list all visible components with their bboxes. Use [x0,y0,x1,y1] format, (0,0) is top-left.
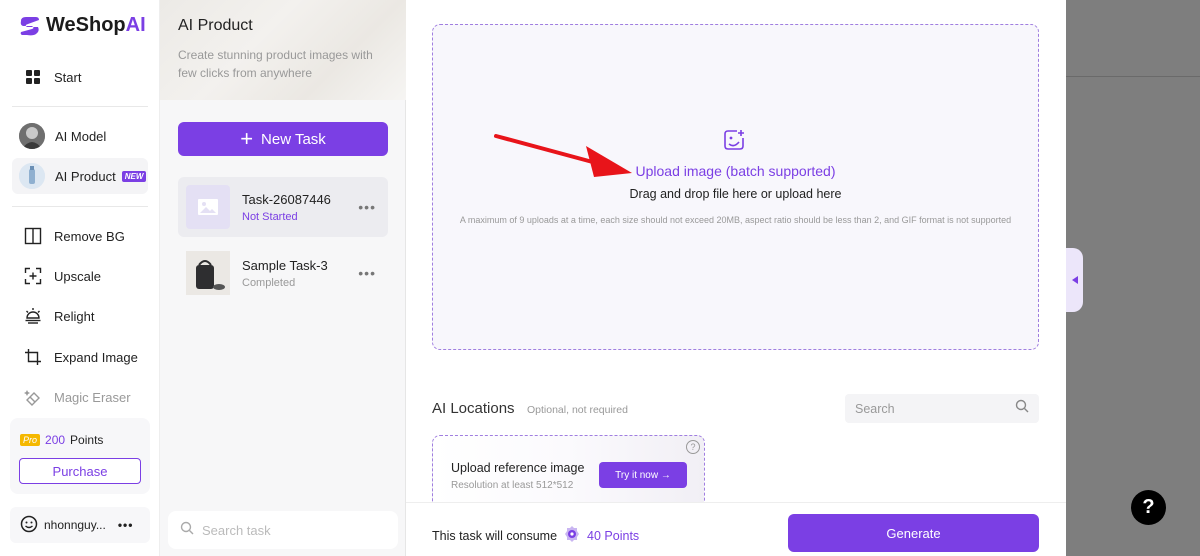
nav-magic-eraser-label: Magic Eraser [54,389,131,405]
divider [12,106,148,107]
ai-product-avatar-icon [19,163,45,189]
points-unit: Points [70,433,104,447]
consume-text: This task will consume [432,528,558,543]
panel-subtitle: Create stunning product images with few … [178,48,373,80]
task-item[interactable]: Sample Task-3 Completed ••• [178,243,388,303]
caret-left-icon [1071,276,1078,284]
nav-ai-product[interactable]: AI Product NEW [12,158,148,194]
task-more-icon[interactable]: ••• [358,265,376,281]
task-name: Task-26087446 [242,191,331,207]
search-task-box [168,511,398,549]
upload-note: A maximum of 9 uploads at a time, each s… [459,215,1012,225]
new-badge: NEW [121,170,147,182]
plus-icon: + [240,126,254,151]
task-more-icon[interactable]: ••• [358,199,376,215]
ai-locations-optional: Optional, not required [527,404,628,416]
upload-subtitle: Drag and drop file here or upload here [629,187,842,201]
upscale-icon [22,265,44,287]
overlay-divider [1066,76,1200,77]
generate-button[interactable]: Generate [788,514,1039,552]
try-it-now-button[interactable]: Try it now → [599,462,687,488]
consume-info: This task will consume 40 Points [432,525,639,546]
weshop-logo-icon [20,16,39,35]
pro-badge: Pro [20,434,41,446]
nav-relight[interactable]: Relight [12,298,148,334]
task-panel: AI Product Create stunning product image… [160,0,406,556]
help-icon[interactable]: ? [686,440,700,454]
grid-icon [22,66,44,88]
red-arrow-annotation [494,134,632,177]
user-name: nhonnguy... [44,518,106,532]
image-placeholder-icon [186,185,230,229]
nav-upscale[interactable]: Upscale [12,258,148,294]
nav-magic-eraser[interactable]: Magic Eraser [12,379,148,415]
upload-image-icon [723,129,745,156]
nav-relight-label: Relight [54,308,95,324]
logo-text: WeShopAI [46,14,146,36]
nav-start-label: Start [54,69,82,85]
purchase-button[interactable]: Purchase [19,458,141,484]
new-task-label: New Task [261,130,326,148]
nav-expand-image-label: Expand Image [54,349,138,365]
points-card: Pro 200 Points Purchase [10,418,150,494]
nav-ai-product-label: AI Product [55,168,116,184]
divider [12,206,148,207]
task-item[interactable]: Task-26087446 Not Started ••• [178,177,388,237]
logo[interactable]: WeShopAI [18,14,146,37]
ai-model-avatar-icon [19,123,45,149]
nav-ai-model[interactable]: AI Model [12,118,148,154]
task-thumbnail [186,251,230,295]
location-search-box [845,394,1039,423]
smiley-icon [20,515,38,536]
nav-remove-bg-label: Remove BG [54,228,125,244]
help-button[interactable]: ? [1131,490,1166,525]
nav-upscale-label: Upscale [54,268,101,284]
search-icon [180,521,194,540]
right-overlay [1066,0,1200,556]
magic-eraser-icon [22,386,44,408]
points-row: Pro 200 Points [20,433,103,447]
task-status: Completed [242,276,296,289]
main-content: Upload image (batch supported) Drag and … [406,0,1066,556]
search-task-input[interactable] [202,522,382,538]
consume-points: 40 Points [587,528,640,543]
upload-dropzone[interactable]: Upload image (batch supported) Drag and … [432,24,1039,350]
relight-icon [22,305,44,327]
user-row[interactable]: nhonnguy... ••• [10,507,150,543]
reference-title: Upload reference image [451,461,585,475]
search-icon[interactable] [1015,399,1029,418]
nav-ai-model-label: AI Model [55,128,107,144]
nav-expand-image[interactable]: Expand Image [12,339,148,375]
panel-title: AI Product [178,17,253,34]
collapse-panel-button[interactable] [1066,248,1083,312]
task-status: Not Started [242,210,298,223]
points-amount: 200 [45,433,66,447]
nav-remove-bg[interactable]: Remove BG [12,218,148,254]
expand-image-icon [22,346,44,368]
nav-start[interactable]: Start [12,59,148,95]
reference-subtitle: Resolution at least 512*512 [451,480,574,491]
new-task-button[interactable]: + New Task [178,122,388,156]
ai-locations-title: AI Locations [432,400,515,417]
left-nav: WeShopAI Start AI Model AI Product NEW R… [0,0,160,556]
footer-bar: This task will consume 40 Points Generat… [406,502,1066,556]
task-name: Sample Task-3 [242,257,328,273]
location-search-input[interactable] [855,401,1005,416]
task-info: Task-26087446 Not Started [242,192,331,223]
remove-bg-icon [22,225,44,247]
user-more-icon[interactable]: ••• [118,518,134,532]
task-info: Sample Task-3 Completed [242,258,328,289]
points-coin-icon [563,525,581,546]
